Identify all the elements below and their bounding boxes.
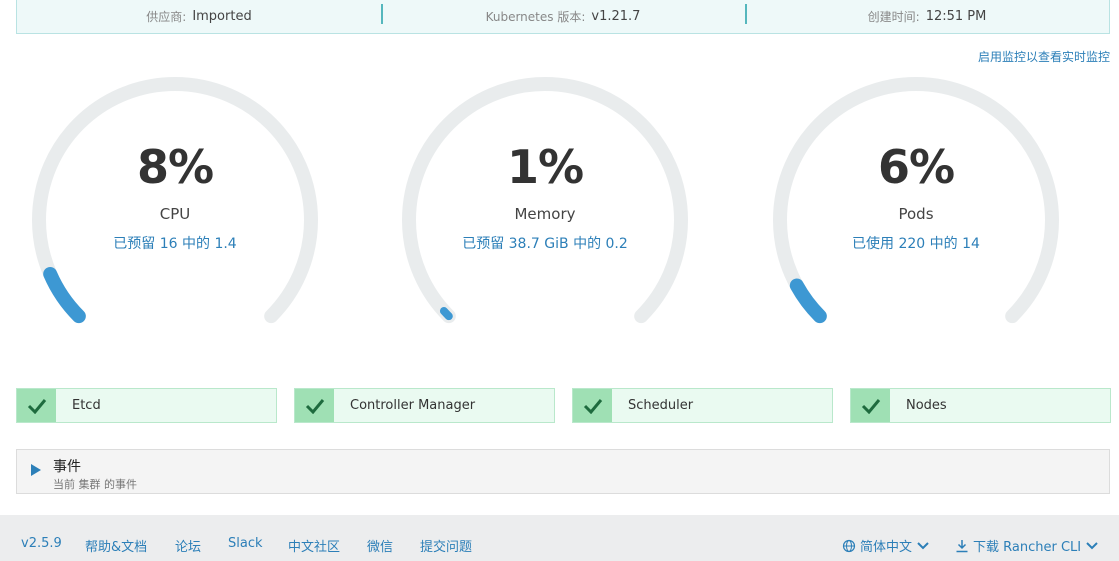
chevron-down-icon <box>917 541 929 549</box>
community-link[interactable]: 中文社区 <box>288 536 340 555</box>
chevron-down-icon <box>1086 541 1098 549</box>
language-selector[interactable]: 简体中文 <box>842 536 930 555</box>
slack-link[interactable]: Slack <box>228 536 263 551</box>
pods-gauge: 6% Pods 已使用 220 中的 14 <box>766 70 1066 340</box>
created-time-value: 12:51 PM <box>925 9 987 24</box>
memory-percent: 1% <box>506 140 584 194</box>
version-link[interactable]: v2.5.9 <box>21 536 62 551</box>
globe-icon <box>842 539 856 552</box>
component-scheduler: Scheduler <box>572 388 833 423</box>
memory-gauge: 1% Memory 已预留 38.7 GiB 中的 0.2 <box>395 70 695 340</box>
component-label: Nodes <box>906 398 947 413</box>
cpu-detail: 已预留 16 中的 1.4 <box>113 236 237 252</box>
k8s-version-label: Kubernetes 版本: <box>485 10 586 24</box>
pods-label: Pods <box>898 205 934 223</box>
wechat-link[interactable]: 微信 <box>367 536 393 555</box>
component-etcd: Etcd <box>16 388 277 423</box>
memory-label: Memory <box>514 205 576 223</box>
cluster-info-bar: 供应商: Imported Kubernetes 版本: v1.21.7 创建时… <box>16 0 1110 34</box>
pods-percent: 6% <box>877 140 955 194</box>
provider-info: 供应商: Imported <box>17 0 381 33</box>
events-panel[interactable]: 事件 当前 集群 的事件 <box>16 449 1110 494</box>
cpu-label: CPU <box>159 205 191 223</box>
download-cli-label: 下载 Rancher CLI <box>973 540 1082 555</box>
component-controller-manager: Controller Manager <box>294 388 555 423</box>
k8s-version-info: Kubernetes 版本: v1.21.7 <box>381 0 745 33</box>
created-time-label: 创建时间: <box>867 10 920 24</box>
help-docs-link[interactable]: 帮助&文档 <box>85 536 147 555</box>
provider-value: Imported <box>192 9 252 24</box>
pods-detail: 已使用 220 中的 14 <box>852 236 980 252</box>
file-issue-link[interactable]: 提交问题 <box>420 536 472 555</box>
component-label: Etcd <box>72 398 101 413</box>
component-label: Scheduler <box>628 398 694 413</box>
language-label: 简体中文 <box>860 540 913 555</box>
download-icon <box>956 539 968 552</box>
check-icon <box>17 389 56 422</box>
enable-monitoring-link[interactable]: 启用监控以查看实时监控 <box>978 48 1110 65</box>
cpu-percent: 8% <box>136 140 214 194</box>
memory-detail: 已预留 38.7 GiB 中的 0.2 <box>462 236 628 252</box>
provider-label: 供应商: <box>146 10 187 24</box>
expand-triangle-icon[interactable] <box>31 464 41 476</box>
events-subtitle: 当前 集群 的事件 <box>53 478 137 491</box>
cpu-gauge: 8% CPU 已预留 16 中的 1.4 <box>25 70 325 340</box>
check-icon <box>573 389 612 422</box>
k8s-version-value: v1.21.7 <box>591 9 641 24</box>
check-icon <box>851 389 890 422</box>
footer: v2.5.9 帮助&文档 论坛 Slack 中文社区 微信 提交问题 简体中文 … <box>0 515 1119 561</box>
forum-link[interactable]: 论坛 <box>175 536 201 555</box>
component-label: Controller Manager <box>350 398 476 413</box>
created-time-info: 创建时间: 12:51 PM <box>745 0 1109 33</box>
component-nodes: Nodes <box>850 388 1111 423</box>
events-title: 事件 <box>53 459 81 475</box>
download-cli-menu[interactable]: 下载 Rancher CLI <box>955 536 1099 555</box>
check-icon <box>295 389 334 422</box>
